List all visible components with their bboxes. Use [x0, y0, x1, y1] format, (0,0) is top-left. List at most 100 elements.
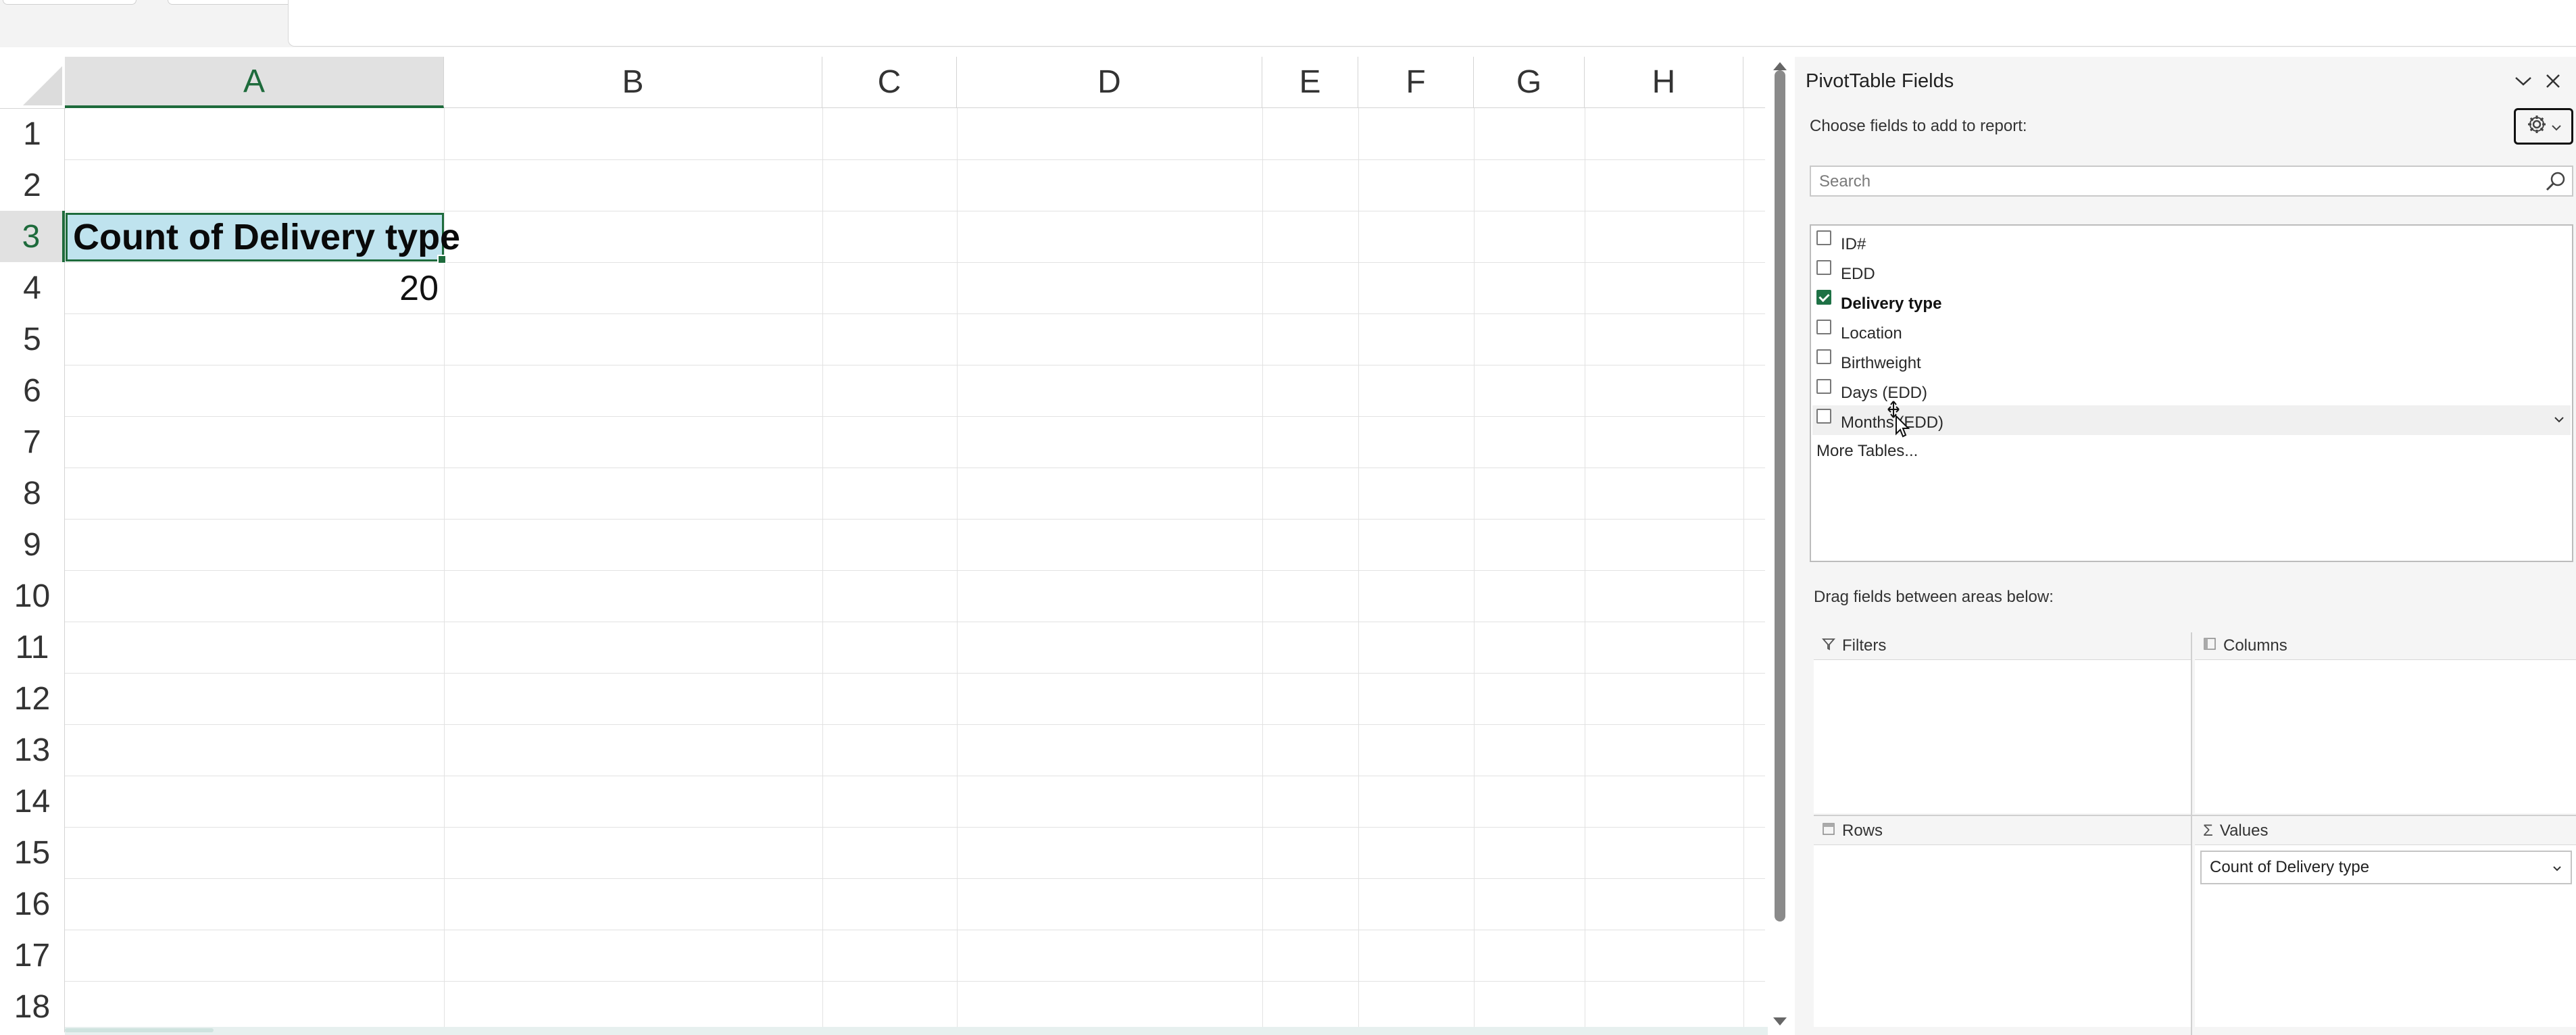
field-checkbox-checked[interactable]: [1816, 290, 1831, 305]
rows-area-header: Rows: [1814, 817, 2192, 844]
row-header-3[interactable]: 3: [0, 211, 65, 262]
column-header-f[interactable]: F: [1358, 57, 1474, 108]
gridline: [1743, 108, 1744, 1035]
column-header-e[interactable]: E: [1262, 57, 1358, 108]
gridline: [1358, 108, 1359, 1035]
row-header-9[interactable]: 9: [0, 519, 65, 570]
column-header-c[interactable]: C: [822, 57, 957, 108]
scroll-up-arrow-icon[interactable]: [1773, 62, 1787, 70]
row-header-7[interactable]: 7: [0, 416, 65, 468]
rows-area[interactable]: Rows: [1814, 817, 2192, 1035]
gridline: [65, 673, 1765, 674]
filters-area-label: Filters: [1842, 636, 1887, 655]
column-header-b[interactable]: B: [444, 57, 822, 108]
rows-area-label: Rows: [1842, 822, 1883, 840]
field-item-birthweight[interactable]: Birthweight: [1812, 346, 2571, 376]
field-item-edd[interactable]: EDD: [1812, 257, 2571, 286]
scroll-down-arrow-icon[interactable]: [1773, 1017, 1787, 1026]
row-header-11[interactable]: 11: [0, 622, 65, 673]
row-header-13[interactable]: 13: [0, 724, 65, 776]
field-item-id[interactable]: ID#: [1812, 227, 2571, 257]
row-header-5[interactable]: 5: [0, 313, 65, 365]
field-item-delivery-type[interactable]: Delivery type: [1812, 286, 2571, 316]
column-header-a[interactable]: A: [65, 57, 444, 108]
field-checkbox[interactable]: [1816, 409, 1831, 424]
columns-icon: [2203, 636, 2216, 655]
row-header-14[interactable]: 14: [0, 776, 65, 827]
chevron-down-icon[interactable]: [2512, 70, 2534, 92]
values-area[interactable]: Σ Values Count of Delivery type: [2195, 817, 2576, 1035]
cell-a4-value[interactable]: 20: [66, 264, 439, 313]
gridline: [65, 262, 1765, 263]
gear-icon: [2526, 113, 2548, 140]
gridline: [1474, 108, 1475, 1035]
scrollbar-thumb[interactable]: [65, 1028, 214, 1032]
scrollbar-thumb[interactable]: [1775, 70, 1785, 922]
search-icon[interactable]: [2545, 171, 2567, 193]
gridline: [1262, 108, 1263, 1035]
formula-bar[interactable]: [288, 0, 2576, 47]
horizontal-scrollbar[interactable]: [65, 1027, 1768, 1035]
columns-area-header: Columns: [2195, 632, 2576, 659]
columns-drop-zone[interactable]: [2195, 659, 2576, 813]
field-checkbox[interactable]: [1816, 379, 1831, 394]
field-item-days-edd[interactable]: Days (EDD): [1812, 376, 2571, 405]
row-header-8[interactable]: 8: [0, 468, 65, 519]
toolbar-button[interactable]: [3, 0, 137, 5]
close-icon[interactable]: [2542, 70, 2564, 92]
vertical-scrollbar[interactable]: [1765, 57, 1795, 1035]
cell-a3-text: Count of Delivery type: [73, 217, 461, 257]
fill-handle[interactable]: [437, 255, 447, 264]
gridline: [65, 724, 1765, 725]
worksheet-grid[interactable]: A B C D E F G H 1 2 3 4 5 6 7 8 9 10 11 …: [0, 57, 1765, 1035]
chevron-down-icon[interactable]: [2550, 861, 2564, 875]
row-header-17[interactable]: 17: [0, 930, 65, 981]
move-cursor-icon: [1884, 400, 1911, 440]
field-search-box[interactable]: [1810, 166, 2573, 197]
field-checkbox[interactable]: [1816, 260, 1831, 275]
values-field-label: Count of Delivery type: [2210, 858, 2370, 876]
cell-a3-pivot-header[interactable]: Count of Delivery type: [66, 213, 460, 264]
pivottable-fields-pane: PivotTable Fields Choose fields to add t…: [1795, 57, 2576, 1035]
row-header-6[interactable]: 6: [0, 365, 65, 416]
sigma-icon: Σ: [2203, 822, 2213, 840]
columns-area[interactable]: Columns: [2195, 632, 2576, 813]
gridline: [957, 108, 958, 1035]
pane-title: PivotTable Fields: [1806, 70, 1954, 92]
field-item-location[interactable]: Location: [1812, 316, 2571, 346]
row-header-1[interactable]: 1: [0, 108, 65, 159]
column-header-h[interactable]: H: [1585, 57, 1743, 108]
area-divider: [1814, 815, 2576, 816]
filters-drop-zone[interactable]: [1814, 659, 2192, 813]
field-list[interactable]: ID# EDD Delivery type Location Birthweig…: [1810, 224, 2573, 562]
row-header-10[interactable]: 10: [0, 570, 65, 622]
gridline: [65, 981, 1765, 982]
more-tables-link[interactable]: More Tables...: [1816, 442, 1918, 461]
toolbar-button[interactable]: [168, 0, 301, 5]
field-checkbox[interactable]: [1816, 320, 1831, 334]
field-label: Birthweight: [1841, 354, 1921, 372]
gridline: [65, 159, 1765, 160]
row-header-2[interactable]: 2: [0, 159, 65, 211]
chevron-down-icon[interactable]: [2552, 412, 2567, 427]
search-input[interactable]: [1811, 167, 2537, 197]
field-item-months-edd[interactable]: Months (EDD): [1812, 405, 2571, 435]
column-header-g[interactable]: G: [1474, 57, 1585, 108]
row-header-15[interactable]: 15: [0, 827, 65, 878]
field-checkbox[interactable]: [1816, 349, 1831, 364]
select-all-button[interactable]: [0, 57, 66, 109]
row-header-16[interactable]: 16: [0, 878, 65, 930]
values-drop-zone[interactable]: Count of Delivery type: [2195, 844, 2576, 1027]
column-header-d[interactable]: D: [957, 57, 1262, 108]
row-header-4[interactable]: 4: [0, 262, 65, 313]
row-header-18[interactable]: 18: [0, 981, 65, 1032]
gridline: [65, 570, 1765, 571]
field-label: Delivery type: [1841, 295, 1942, 313]
field-checkbox[interactable]: [1816, 230, 1831, 245]
values-field-pill[interactable]: Count of Delivery type: [2200, 851, 2572, 884]
filters-area[interactable]: Filters: [1814, 632, 2192, 813]
rows-drop-zone[interactable]: [1814, 844, 2192, 1027]
row-header-12[interactable]: 12: [0, 673, 65, 724]
formula-bar-area: [0, 0, 2576, 47]
field-settings-button[interactable]: [2514, 108, 2573, 145]
